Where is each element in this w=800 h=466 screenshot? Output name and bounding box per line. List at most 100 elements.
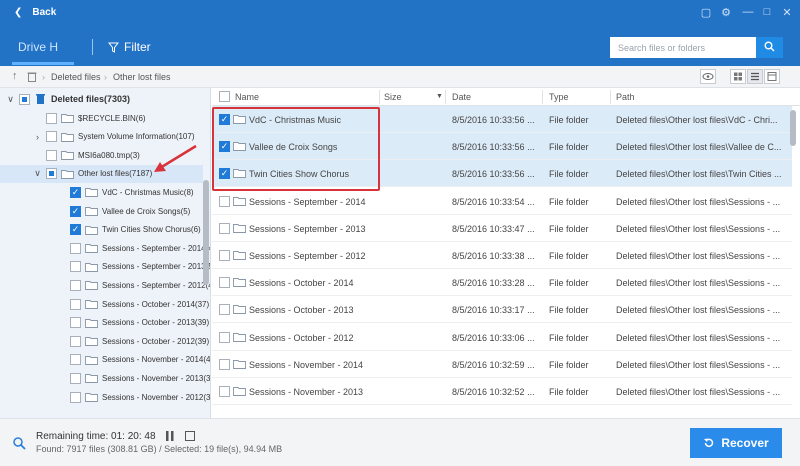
list-scrollbar[interactable] <box>790 110 796 146</box>
row-checkbox[interactable] <box>219 114 230 125</box>
file-row[interactable]: Sessions - November - 2013 8/5/2016 10:32… <box>212 378 792 405</box>
up-arrow-icon[interactable]: ↑ <box>12 70 18 82</box>
tree-checkbox[interactable] <box>46 149 57 161</box>
tree-item[interactable]: Sessions - September - 2014(4 <box>70 239 210 257</box>
tree-item[interactable]: VdC - Christmas Music(8) <box>70 183 194 201</box>
row-checkbox[interactable] <box>219 195 230 207</box>
tree-checkbox[interactable] <box>70 279 81 291</box>
search-input[interactable] <box>610 37 756 58</box>
stop-icon[interactable] <box>185 431 195 441</box>
chevron-down-icon[interactable]: ∨ <box>33 168 42 179</box>
file-list: Name Size ▼ Date Type Path VdC - Christm… <box>212 88 800 418</box>
minimize-icon[interactable]: — <box>740 6 756 18</box>
folder-icon <box>233 305 246 315</box>
tree-checkbox[interactable] <box>70 298 81 310</box>
tree-item-label: VdC - Christmas Music(8) <box>102 187 194 197</box>
row-checkbox[interactable] <box>219 141 230 153</box>
maximize-icon[interactable]: □ <box>759 6 775 18</box>
pause-icon[interactable] <box>166 431 174 441</box>
tree-root-deleted-files[interactable]: ∨ Deleted files(7303) <box>6 90 130 108</box>
file-row[interactable]: Sessions - October - 2014 8/5/2016 10:33:… <box>212 269 792 297</box>
recover-icon <box>704 438 714 448</box>
tree-checkbox[interactable] <box>19 93 30 105</box>
back-button[interactable]: ❮ Back <box>14 7 56 18</box>
details-view-button[interactable] <box>764 69 780 84</box>
file-row[interactable]: Vallee de Croix Songs 8/5/2016 10:33:56 .… <box>212 133 792 161</box>
row-checkbox[interactable] <box>219 277 230 289</box>
tree-item[interactable]: Sessions - October - 2013(39) <box>70 314 209 332</box>
tree-item[interactable]: Sessions - October - 2012(39) <box>70 332 209 350</box>
list-view-button[interactable] <box>747 69 763 84</box>
feedback-icon[interactable]: ▢ <box>698 6 714 19</box>
tree-checkbox[interactable] <box>70 242 81 254</box>
tree-checkbox[interactable] <box>46 168 57 180</box>
file-row[interactable]: Sessions - October - 2012 8/5/2016 10:33:… <box>212 324 792 351</box>
preview-button[interactable] <box>700 69 716 84</box>
drive-tab[interactable]: Drive H <box>18 40 58 54</box>
chevron-down-icon[interactable]: ∨ <box>6 94 15 105</box>
file-type: File folder <box>549 223 589 234</box>
tree-item[interactable]: Sessions - September - 2013(5 <box>70 258 210 276</box>
row-checkbox[interactable] <box>219 331 230 343</box>
file-row[interactable]: Sessions - September - 2013 8/5/2016 10:3… <box>212 215 792 242</box>
row-checkbox[interactable] <box>219 358 230 370</box>
tree-checkbox[interactable] <box>70 317 81 329</box>
search-button[interactable] <box>756 37 783 58</box>
file-name: Vallee de Croix Songs <box>249 142 338 153</box>
tree-scrollbar[interactable] <box>203 180 209 285</box>
filter-button[interactable]: Filter <box>108 40 151 54</box>
tree-item[interactable]: Sessions - November - 2014(4 <box>70 351 210 369</box>
column-header-name[interactable]: Name <box>235 92 259 102</box>
tree-checkbox[interactable] <box>46 112 57 124</box>
folder-icon <box>85 337 98 347</box>
row-checkbox[interactable] <box>219 386 230 397</box>
tree-checkbox[interactable] <box>70 205 81 217</box>
tree-item[interactable]: Vallee de Croix Songs(5) <box>70 202 190 220</box>
file-row[interactable]: Sessions - September - 2012 8/5/2016 10:3… <box>212 242 792 269</box>
column-header-path[interactable]: Path <box>616 92 635 102</box>
file-row[interactable]: VdC - Christmas Music 8/5/2016 10:33:56 .… <box>212 106 792 133</box>
tree-item[interactable]: Sessions - November - 2012(3 <box>70 388 210 406</box>
tree-checkbox[interactable] <box>70 391 81 403</box>
tree-checkbox[interactable] <box>70 224 81 236</box>
row-checkbox[interactable] <box>219 304 230 316</box>
tree-item[interactable]: Sessions - November - 2013(3 <box>70 369 210 387</box>
sort-down-icon[interactable]: ▼ <box>436 93 443 100</box>
tree-item[interactable]: $RECYCLE.BIN(6) <box>33 109 146 127</box>
tree-checkbox[interactable] <box>46 131 57 143</box>
breadcrumb-item-deleted-files[interactable]: Deleted files <box>51 72 101 82</box>
settings-icon[interactable]: ⚙ <box>718 6 734 19</box>
tree-item[interactable]: MSI6a080.tmp(3) <box>33 146 140 164</box>
select-all-checkbox[interactable] <box>219 91 230 102</box>
tree-checkbox[interactable] <box>70 186 81 198</box>
breadcrumb-separator-icon: › <box>104 72 107 82</box>
file-row[interactable]: Sessions - September - 2014 8/5/2016 10:3… <box>212 188 792 215</box>
folder-icon <box>233 332 246 342</box>
column-header-date[interactable]: Date <box>452 92 471 102</box>
file-path: Deleted files\Other lost files\Sessions … <box>616 359 781 370</box>
breadcrumb-item-other-lost-files[interactable]: Other lost files <box>113 72 171 82</box>
close-icon[interactable]: ✕ <box>779 6 795 19</box>
tree-checkbox[interactable] <box>70 335 81 347</box>
column-header-size[interactable]: Size <box>384 92 402 102</box>
row-checkbox[interactable] <box>219 250 230 261</box>
row-checkbox[interactable] <box>219 168 230 180</box>
file-row[interactable]: Sessions - November - 2014 8/5/2016 10:32… <box>212 351 792 378</box>
tree-item[interactable]: Twin Cities Show Chorus(6) <box>70 221 201 239</box>
recycle-bin-icon <box>36 94 45 104</box>
column-header-type[interactable]: Type <box>549 92 569 102</box>
tree-checkbox[interactable] <box>70 372 81 384</box>
grid-view-button[interactable] <box>730 69 746 84</box>
recover-button[interactable]: Recover <box>690 428 782 458</box>
tree-checkbox[interactable] <box>70 354 81 366</box>
file-row[interactable]: Twin Cities Show Chorus 8/5/2016 10:33:56… <box>212 160 792 188</box>
file-row[interactable]: Sessions - October - 2013 8/5/2016 10:33:… <box>212 296 792 324</box>
row-checkbox[interactable] <box>219 222 230 234</box>
column-divider <box>445 90 446 104</box>
folder-icon <box>85 244 98 254</box>
tree-checkbox[interactable] <box>70 261 81 273</box>
chevron-right-icon[interactable]: › <box>33 132 42 142</box>
tree-item[interactable]: Sessions - September - 2012(4 <box>70 276 210 294</box>
recycle-bin-icon <box>27 71 37 84</box>
tree-item[interactable]: Sessions - October - 2014(37) <box>70 295 209 313</box>
